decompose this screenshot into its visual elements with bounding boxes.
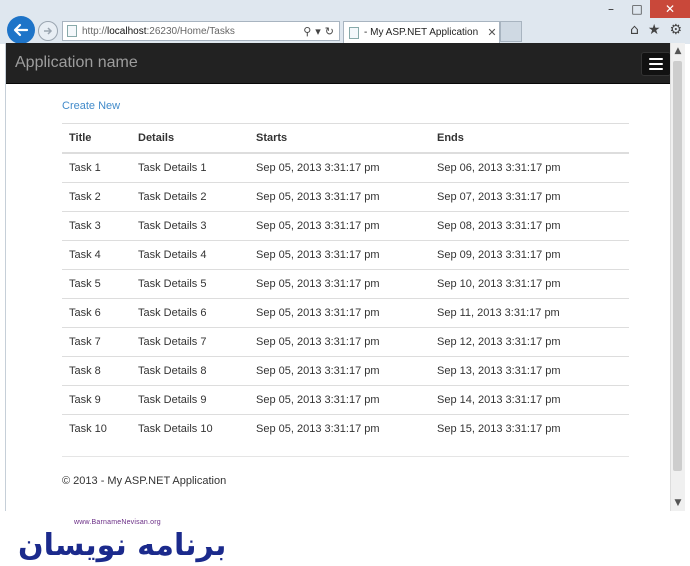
cell-title: Task 5	[62, 269, 131, 299]
main-content: Create New Title Details Starts Ends Tas…	[62, 95, 629, 443]
home-icon[interactable]: ⌂	[630, 22, 639, 38]
cell-details: Task Details 3	[131, 211, 249, 241]
table-row: Task 8 Task Details 8 Sep 05, 2013 3:31:17…	[62, 356, 629, 386]
cell-ends: Sep 13, 2013 3:31:17 pm	[430, 356, 629, 386]
cell-title: Task 3	[62, 211, 131, 241]
site-logo: www.BarnameNevisan.org برنامه نویسان	[18, 516, 388, 566]
cell-ends: Sep 08, 2013 3:31:17 pm	[430, 211, 629, 241]
page-icon	[67, 25, 77, 37]
footer-text: © 2013 - My ASP.NET Application	[62, 475, 227, 487]
search-icon[interactable]: ⚲	[303, 25, 311, 38]
menu-toggle-button[interactable]	[641, 52, 671, 76]
maximize-button[interactable]: □	[624, 0, 650, 18]
tasks-table: Title Details Starts Ends Task 1 Task Det…	[62, 123, 629, 443]
page-icon	[349, 26, 359, 39]
cell-starts: Sep 05, 2013 3:31:17 pm	[249, 356, 430, 386]
scroll-down-icon[interactable]: ▼	[671, 495, 685, 511]
table-header-row: Title Details Starts Ends	[62, 123, 629, 154]
logo-tagline: www.BarnameNevisan.org	[74, 519, 161, 526]
footer-divider	[62, 456, 629, 457]
header-starts: Starts	[249, 123, 430, 154]
cell-starts: Sep 05, 2013 3:31:17 pm	[249, 298, 430, 328]
cell-title: Task 9	[62, 385, 131, 415]
cell-starts: Sep 05, 2013 3:31:17 pm	[249, 182, 430, 212]
window-controls: – □ ✕	[598, 0, 690, 18]
cell-details: Task Details 7	[131, 327, 249, 357]
table-row: Task 4 Task Details 4 Sep 05, 2013 3:31:17…	[62, 240, 629, 270]
back-button[interactable]	[7, 16, 35, 44]
browser-tab[interactable]: - My ASP.NET Application ✕	[343, 21, 500, 43]
table-row: Task 6 Task Details 6 Sep 05, 2013 3:31:17…	[62, 298, 629, 328]
cell-details: Task Details 6	[131, 298, 249, 328]
table-row: Task 9 Task Details 9 Sep 05, 2013 3:31:17…	[62, 385, 629, 415]
minimize-button[interactable]: –	[598, 0, 624, 18]
tab-title: My ASP.NET Application	[370, 27, 479, 38]
logo-mark: برنامه نویسان	[18, 528, 227, 563]
header-ends: Ends	[430, 123, 629, 154]
cell-details: Task Details 9	[131, 385, 249, 415]
cell-details: Task Details 8	[131, 356, 249, 386]
cell-details: Task Details 2	[131, 182, 249, 212]
cell-starts: Sep 05, 2013 3:31:17 pm	[249, 211, 430, 241]
create-new-link[interactable]: Create New	[62, 100, 120, 112]
table-row: Task 7 Task Details 7 Sep 05, 2013 3:31:17…	[62, 327, 629, 357]
cell-starts: Sep 05, 2013 3:31:17 pm	[249, 327, 430, 357]
cell-details: Task Details 1	[131, 153, 249, 183]
cell-title: Task 4	[62, 240, 131, 270]
forward-button[interactable]	[38, 21, 58, 41]
table-row: Task 3 Task Details 3 Sep 05, 2013 3:31:17…	[62, 211, 629, 241]
vertical-scrollbar[interactable]: ▲ ▼	[670, 43, 685, 511]
chevron-down-icon[interactable]: ▾	[315, 25, 321, 38]
cell-ends: Sep 15, 2013 3:31:17 pm	[437, 423, 561, 435]
cell-details: Task Details 5	[131, 269, 249, 299]
header-title: Title	[62, 123, 131, 154]
browser-chrome: – □ ✕ http://localhost:26230/Home/Tasks …	[0, 0, 690, 44]
table-row: Task 2 Task Details 2 Sep 05, 2013 3:31:17…	[62, 182, 629, 212]
navbar: Application name	[6, 43, 671, 84]
table-body: Task 1 Task Details 1 Sep 05, 2013 3:31:17…	[62, 153, 629, 443]
cell-starts: Sep 05, 2013 3:31:17 pm	[249, 269, 430, 299]
table-row: Task 5 Task Details 5 Sep 05, 2013 3:31:17…	[62, 269, 629, 299]
cell-title: Task 6	[62, 298, 131, 328]
gear-icon[interactable]: ⚙	[669, 22, 682, 38]
address-url[interactable]: http://localhost:26230/Home/Tasks	[82, 26, 303, 37]
cell-details: Task Details 10	[138, 423, 213, 435]
header-details: Details	[131, 123, 249, 154]
cell-title: Task 10	[69, 423, 107, 435]
star-icon[interactable]: ★	[648, 22, 661, 38]
new-tab-button[interactable]	[500, 21, 522, 42]
cell-ends: Sep 14, 2013 3:31:17 pm	[430, 385, 629, 415]
brand-link[interactable]: Application name	[15, 54, 138, 72]
table-row: Task 10 Task Details 10 Sep 05, 2013 3:31:…	[62, 415, 629, 444]
cell-starts: Sep 05, 2013 3:31:17 pm	[249, 385, 430, 415]
cell-starts: Sep 05, 2013 3:31:17 pm	[249, 153, 430, 183]
cell-title: Task 1	[62, 153, 131, 183]
arrow-right-icon	[44, 27, 53, 35]
cell-details: Task Details 4	[131, 240, 249, 270]
cell-ends: Sep 12, 2013 3:31:17 pm	[430, 327, 629, 357]
arrow-left-icon	[13, 23, 29, 37]
cell-title: Task 8	[62, 356, 131, 386]
cell-title: Task 7	[62, 327, 131, 357]
close-tab-icon[interactable]: ✕	[485, 26, 499, 39]
cell-starts: Sep 05, 2013 3:31:17 pm	[249, 240, 430, 270]
refresh-icon[interactable]: ↻	[325, 25, 334, 38]
close-window-button[interactable]: ✕	[650, 0, 690, 18]
cell-ends: Sep 09, 2013 3:31:17 pm	[430, 240, 629, 270]
cell-ends: Sep 10, 2013 3:31:17 pm	[430, 269, 629, 299]
cell-title: Task 2	[62, 182, 131, 212]
cell-starts: Sep 05, 2013 3:31:17 pm	[256, 423, 380, 435]
hamburger-icon	[649, 58, 663, 60]
cell-ends: Sep 07, 2013 3:31:17 pm	[430, 182, 629, 212]
address-bar[interactable]: http://localhost:26230/Home/Tasks ⚲ ▾ ↻	[62, 21, 340, 41]
page-viewport: Application name Create New Title Detail…	[5, 43, 685, 511]
scroll-up-icon[interactable]: ▲	[671, 43, 685, 59]
scrollbar-thumb[interactable]	[673, 61, 682, 471]
cell-ends: Sep 11, 2013 3:31:17 pm	[430, 298, 629, 328]
table-row: Task 1 Task Details 1 Sep 05, 2013 3:31:17…	[62, 153, 629, 183]
cell-ends: Sep 06, 2013 3:31:17 pm	[430, 153, 629, 183]
